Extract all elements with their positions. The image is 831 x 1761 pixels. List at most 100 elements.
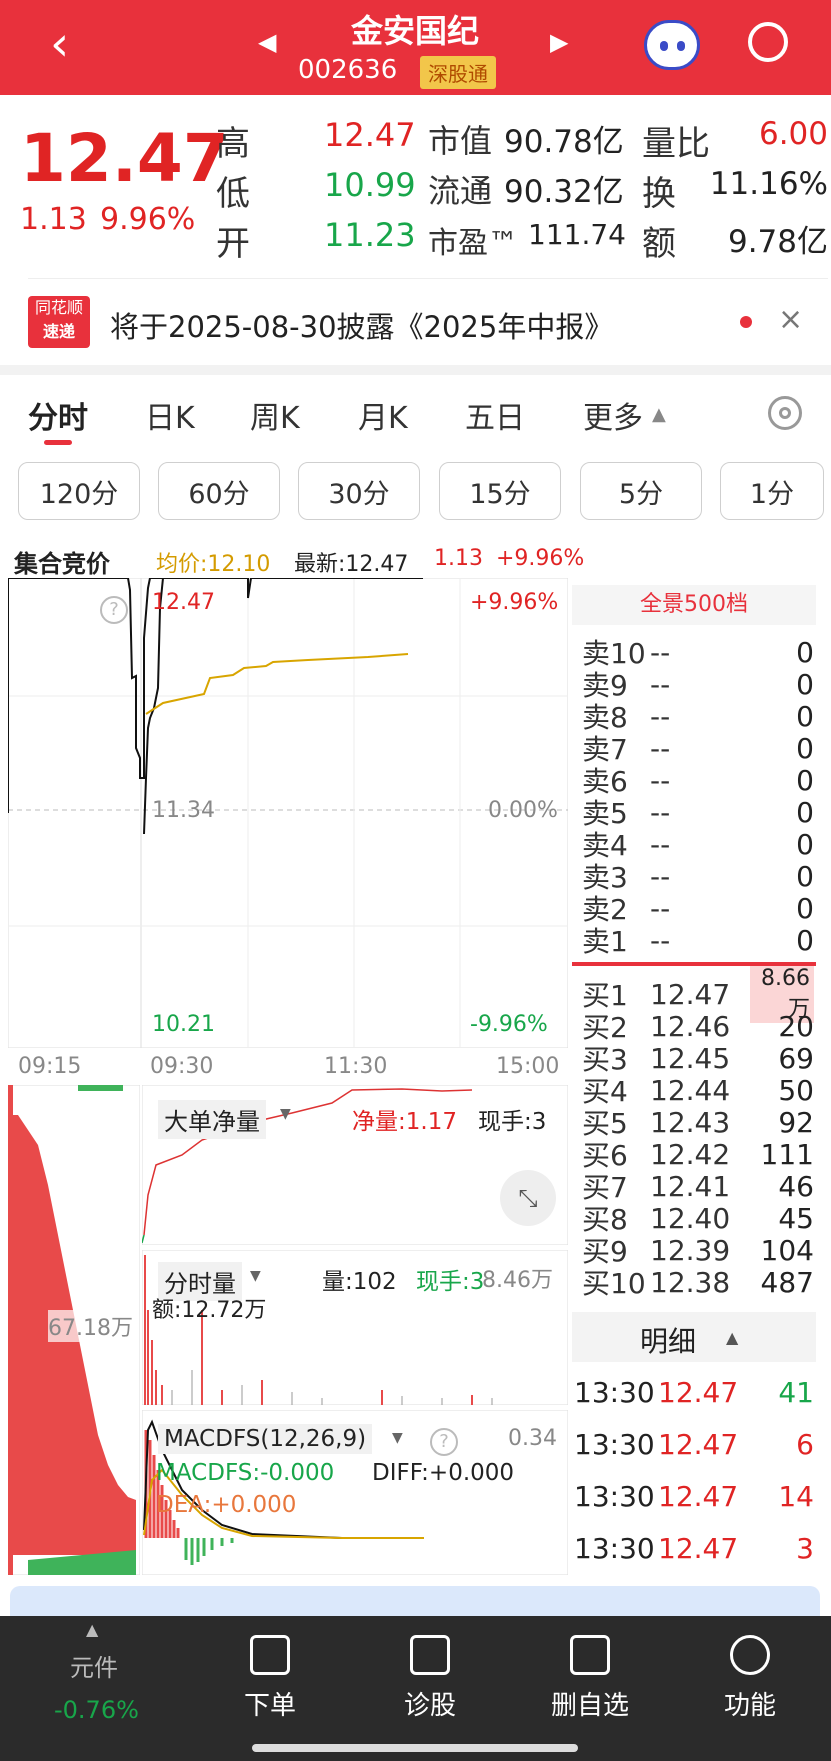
high-label: 高 (216, 124, 250, 164)
search-icon[interactable] (748, 22, 788, 62)
prev-stock-icon[interactable]: ◀ (258, 28, 276, 56)
volume-qty: 量:102 (322, 1269, 397, 1295)
market-tag: 深股通 (420, 56, 496, 89)
net-flow-value: 净量:1.17 (352, 1109, 457, 1135)
amount-value: 9.78亿 (727, 224, 828, 260)
tab-monthly-k[interactable]: 月K (358, 393, 408, 437)
minus-box-icon (570, 1635, 610, 1675)
latest-change: 1.13 (434, 546, 483, 571)
top-bar: ‹ ◀ 金安国纪 002636 深股通 ▶ (0, 0, 831, 95)
badge-top-text: 同花顺 (34, 298, 83, 317)
turnover-label: 换 (642, 174, 676, 214)
open-value: 11.23 (324, 216, 416, 254)
trade-row: 13:30 12.47 3 (574, 1531, 814, 1565)
tab-active-underline (44, 440, 72, 445)
time-1130: 11:30 (324, 1054, 388, 1079)
help-icon[interactable]: ? (430, 1428, 458, 1456)
settings-icon[interactable] (768, 396, 802, 430)
auction-volume-label: 67.18万 (48, 1310, 133, 1342)
fullscreen-icon[interactable]: ⤡ (500, 1170, 556, 1226)
robot-icon[interactable] (644, 20, 700, 70)
news-badge: 同花顺 速递 (28, 296, 90, 348)
tab-five-day[interactable]: 五日 (465, 393, 525, 437)
open-label: 开 (216, 224, 250, 264)
next-stock-icon[interactable]: ▶ (550, 28, 568, 56)
period-120[interactable]: 120分 (18, 462, 140, 520)
float-cap-value: 90.32亿 (504, 174, 624, 210)
unread-dot (740, 316, 752, 328)
pe-value: 111.74 (528, 218, 626, 251)
y-mid-pct: 0.00% (488, 798, 558, 823)
badge-bottom-text: 速递 (42, 322, 75, 341)
macd-max-label: 0.34 (508, 1426, 557, 1451)
nav-order[interactable]: 下单 (210, 1635, 330, 1722)
period-30[interactable]: 30分 (298, 462, 420, 520)
period-15[interactable]: 15分 (439, 462, 561, 520)
volume-max-label: 8.46万 (482, 1268, 553, 1293)
low-value: 10.99 (324, 166, 416, 204)
y-top-pct: +9.96% (470, 590, 559, 615)
dea-value: DEA:+0.000 (156, 1492, 297, 1518)
time-0930: 09:30 (150, 1054, 214, 1079)
diagnose-icon (410, 1635, 450, 1675)
macd-selector[interactable]: MACDFS(12,26,9) (158, 1424, 373, 1454)
y-bot-pct: -9.96% (470, 1012, 548, 1037)
tab-weekly-k[interactable]: 周K (250, 393, 300, 437)
period-5[interactable]: 5分 (580, 462, 702, 520)
detail-title: 明细 (640, 1325, 697, 1358)
nav-functions[interactable]: 功能 (690, 1635, 810, 1722)
price-chart[interactable] (8, 578, 568, 1048)
stock-name: 金安国纪 (350, 12, 479, 50)
high-value: 12.47 (324, 116, 416, 154)
caret-up-icon: ▲ (726, 1328, 739, 1347)
ask-row: 卖1 -- 0 (582, 923, 814, 959)
back-icon[interactable]: ‹ (50, 20, 69, 68)
trade-row: 13:30 12.47 41 (574, 1375, 814, 1409)
volume-hand: 现手:3 (416, 1269, 485, 1295)
close-icon[interactable]: × (778, 302, 803, 337)
caret-up-icon: ▲ (86, 1620, 99, 1639)
dropdown-icon: ▼ (280, 1106, 291, 1122)
tab-intraday[interactable]: 分时 (28, 393, 88, 437)
float-cap-label: 流通 (428, 172, 493, 210)
latest-price: 最新:12.47 (294, 552, 409, 577)
volume-amount: 额:12.72万 (152, 1298, 267, 1323)
nav-diagnose-label: 诊股 (403, 1691, 456, 1721)
trade-row: 13:30 12.47 14 (574, 1479, 814, 1513)
nav-diagnose[interactable]: 诊股 (370, 1635, 490, 1722)
turnover-value: 11.16% (709, 166, 828, 202)
notice-text[interactable]: 将于2025-08-30披露《2025年中报》 (110, 304, 613, 346)
home-indicator (252, 1744, 578, 1752)
nav-order-label: 下单 (243, 1691, 296, 1721)
dropdown-icon: ▼ (250, 1268, 261, 1284)
price-change-pct: 9.96% (100, 202, 196, 237)
nav-functions-label: 功能 (723, 1691, 776, 1721)
nav-remove-label: 删自选 (550, 1691, 629, 1721)
period-60[interactable]: 60分 (158, 462, 280, 520)
volume-ratio-value: 6.00 (758, 116, 828, 152)
full-depth-button[interactable]: 全景500档 (572, 585, 816, 625)
market-cap-label: 市值 (428, 122, 493, 160)
market-cap-value: 90.78亿 (504, 124, 624, 160)
y-bot-label: 10.21 (152, 1012, 215, 1037)
order-icon (250, 1635, 290, 1675)
period-1[interactable]: 1分 (720, 462, 824, 520)
bid-row: 买10 12.38 487 (582, 1265, 814, 1301)
trade-row: 13:30 12.47 6 (574, 1427, 814, 1461)
nav-remove-watchlist[interactable]: 删自选 (530, 1635, 650, 1722)
tab-more[interactable]: 更多 (583, 393, 643, 437)
menu-icon (730, 1635, 770, 1675)
y-top-label: 12.47 (152, 590, 215, 615)
time-0915: 09:15 (18, 1054, 82, 1079)
pe-label: 市盈™ (428, 226, 518, 261)
help-icon[interactable]: ? (100, 596, 128, 624)
low-label: 低 (216, 174, 250, 214)
net-flow-selector[interactable]: 大单净量 (158, 1100, 266, 1139)
caret-up-icon: ▲ (652, 404, 666, 425)
avg-price: 均价:12.10 (156, 552, 271, 577)
macd-value: MACDFS:-0.000 (156, 1460, 335, 1486)
tab-daily-k[interactable]: 日K (145, 393, 195, 437)
dropdown-icon: ▼ (392, 1430, 403, 1446)
last-price: 12.47 (20, 120, 229, 197)
component-label[interactable]: 元件 (70, 1648, 118, 1683)
